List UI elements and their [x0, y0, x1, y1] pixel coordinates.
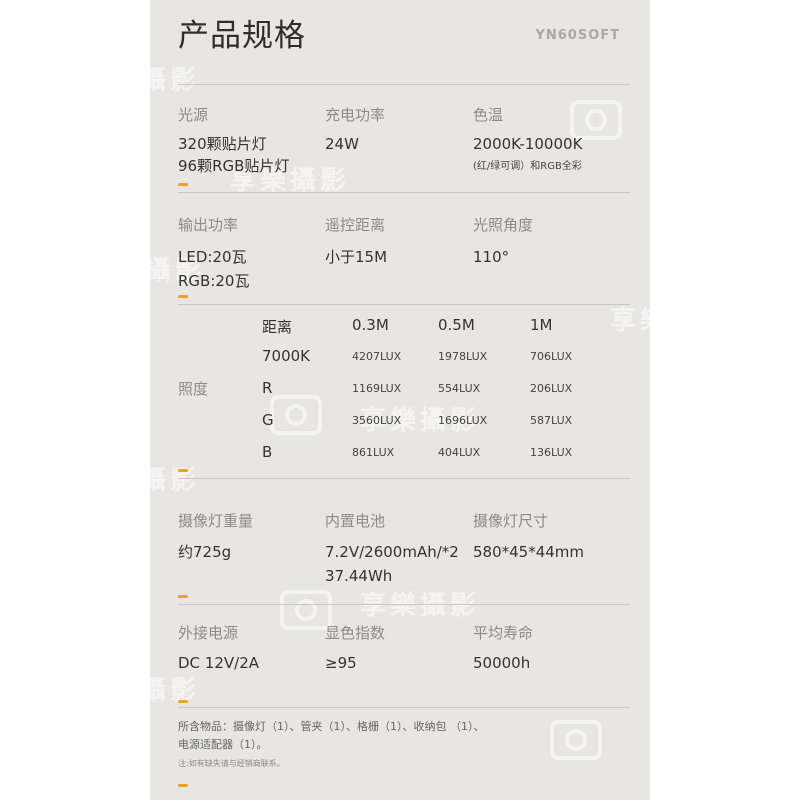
table-cell: 206LUX: [530, 382, 573, 395]
watermark: 享樂攝影: [610, 306, 650, 336]
table-cell: 1169LUX: [352, 382, 402, 395]
beam-angle-value: 110°: [473, 248, 510, 266]
watermark: 享樂攝影: [150, 676, 201, 706]
table-header-distance: 距离: [262, 318, 293, 336]
output-power-value-1: LED:20瓦: [178, 248, 247, 266]
power-supply-label: 外接电源: [178, 624, 239, 642]
output-power-value-2: RGB:20瓦: [178, 272, 250, 290]
watermark: 享樂攝影: [150, 66, 201, 96]
divider: [178, 304, 630, 305]
size-label: 摄像灯尺寸: [473, 512, 549, 530]
brand-model: YN60SOFT: [535, 28, 620, 43]
size-value: 580*45*44mm: [473, 543, 585, 561]
power-supply-value: DC 12V/2A: [178, 654, 259, 672]
color-temp-value: 2000K-10000K: [473, 135, 583, 153]
accent-mark: [178, 183, 188, 186]
beam-angle-label: 光照角度: [473, 216, 534, 234]
table-cell: 861LUX: [352, 446, 395, 459]
output-power-label: 输出功率: [178, 216, 239, 234]
divider: [178, 478, 630, 479]
divider: [178, 84, 630, 85]
table-cell: 554LUX: [438, 382, 481, 395]
remote-distance-value: 小于15M: [325, 248, 388, 266]
accent-mark: [178, 700, 188, 703]
light-source-value-1: 320颗贴片灯: [178, 135, 267, 153]
footer-note: 注:如有缺失请与经销商联系。: [178, 759, 285, 768]
light-source-label: 光源: [178, 106, 209, 124]
row-name-7000k: 7000K: [262, 347, 311, 365]
cri-label: 显色指数: [325, 624, 386, 642]
light-source-value-2: 96颗RGB贴片灯: [178, 157, 290, 175]
table-cell: 136LUX: [530, 446, 573, 459]
spec-sheet: 享樂攝影 享樂攝影 享樂攝影 享樂攝影 享樂攝影 享樂攝影 享樂攝影 享樂攝影 …: [150, 0, 650, 800]
charging-power-value: 24W: [325, 135, 359, 153]
charging-power-label: 充电功率: [325, 106, 386, 124]
color-temp-note: (红/绿可调）和RGB全彩: [473, 161, 582, 172]
page-title: 产品规格: [178, 18, 306, 54]
battery-value-2: 37.44Wh: [325, 567, 393, 585]
battery-label: 内置电池: [325, 512, 386, 530]
weight-label: 摄像灯重量: [178, 512, 254, 530]
illuminance-label: 照度: [178, 380, 209, 398]
accent-mark: [178, 295, 188, 298]
table-cell: 587LUX: [530, 414, 573, 427]
weight-value: 约725g: [178, 543, 232, 561]
divider: [178, 707, 630, 708]
lifespan-label: 平均寿命: [473, 624, 534, 642]
row-name-r: R: [262, 379, 273, 397]
row-name-g: G: [262, 411, 274, 429]
table-cell: 706LUX: [530, 350, 573, 363]
remote-distance-label: 遥控距离: [325, 216, 386, 234]
accent-mark: [178, 469, 188, 472]
divider: [178, 604, 630, 605]
table-header-05m: 0.5M: [438, 316, 475, 334]
package-contents-line1: 所含物品：摄像灯（1）、管夹（1）、格栅（1）、收纳包 （1）、: [178, 720, 485, 733]
camera-icon: [270, 395, 322, 435]
table-cell: 404LUX: [438, 446, 481, 459]
table-header-1m: 1M: [530, 316, 553, 334]
cri-value: ≥95: [325, 654, 357, 672]
package-contents-line2: 电源适配器（1）。: [178, 738, 268, 751]
camera-icon: [550, 720, 602, 760]
table-header-03m: 0.3M: [352, 316, 389, 334]
table-cell: 3560LUX: [352, 414, 402, 427]
table-cell: 1696LUX: [438, 414, 488, 427]
battery-value-1: 7.2V/2600mAh/*2: [325, 543, 459, 561]
accent-mark: [178, 595, 188, 598]
color-temp-label: 色温: [473, 106, 504, 124]
row-name-b: B: [262, 443, 273, 461]
table-cell: 1978LUX: [438, 350, 488, 363]
header: 产品规格 YN60SOFT: [178, 10, 630, 54]
accent-mark: [178, 784, 188, 787]
table-cell: 4207LUX: [352, 350, 402, 363]
divider: [178, 192, 630, 193]
lifespan-value: 50000h: [473, 654, 531, 672]
